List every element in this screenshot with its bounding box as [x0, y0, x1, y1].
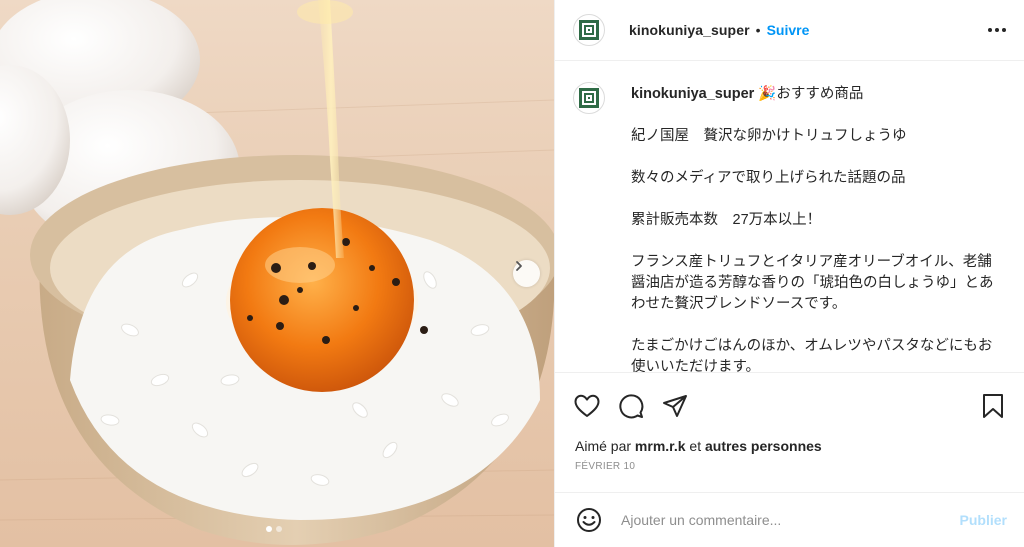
carousel-next-button[interactable] [513, 260, 540, 287]
caption-paragraph: 紀ノ国屋 贅沢な卵かけトリュフしょうゆ [631, 128, 907, 144]
post-image[interactable] [0, 0, 554, 547]
caption-username[interactable]: kinokuniya_super [631, 86, 754, 102]
comment-input[interactable] [621, 512, 960, 528]
action-bar [555, 372, 1024, 438]
comment-form: Publier [555, 492, 1024, 547]
more-dot [988, 28, 992, 32]
more-dot [995, 28, 999, 32]
header-username[interactable]: kinokuniya_super [629, 22, 750, 38]
caption-first-line: 🎉おすすめ商品 [758, 86, 864, 102]
likes-others-link[interactable]: autres personnes [705, 438, 822, 454]
paper-plane-icon [663, 394, 687, 417]
liked-by-user-link[interactable]: mrm.r.k [635, 438, 686, 454]
save-button[interactable] [979, 392, 1007, 420]
smiley-icon [577, 508, 601, 532]
bookmark-icon [983, 393, 1003, 418]
caption-paragraph: フランス産トリュフとイタリア産オリーブオイル、老舗醤油店が造る芳醇な香りの「琥珀… [631, 254, 994, 312]
post-comment-button[interactable]: Publier [960, 512, 1007, 528]
carousel-indicator [266, 526, 282, 532]
heart-icon [574, 394, 600, 417]
kinokuniya-logo-icon [579, 20, 599, 40]
post-header: kinokuniya_super • Suivre [555, 0, 1024, 61]
likes-prefix: Aimé par [575, 438, 635, 454]
more-dot [1002, 28, 1006, 32]
share-button[interactable] [661, 392, 689, 420]
carousel-dot-1 [266, 526, 272, 532]
more-options-button[interactable] [988, 22, 1006, 38]
follow-button[interactable]: Suivre [767, 22, 810, 38]
post-date[interactable]: FÉVRIER 10 [575, 461, 635, 472]
caption-paragraph: たまごかけごはんのほか、オムレツやパスタなどにもお使いいただけます。 [631, 338, 993, 372]
kinokuniya-logo-icon [579, 88, 599, 108]
rice-bowl-photo [0, 0, 554, 545]
emoji-button[interactable] [575, 506, 603, 534]
caption-text: kinokuniya_super 🎉おすすめ商品 紀ノ国屋 贅沢な卵かけトリュフ… [631, 84, 995, 372]
likes-middle: et [685, 438, 705, 454]
caption: kinokuniya_super 🎉おすすめ商品 紀ノ国屋 贅沢な卵かけトリュフ… [573, 82, 995, 372]
caption-paragraph: 数々のメディアで取り上げられた話題の品 [631, 170, 906, 186]
post-details-panel: kinokuniya_super • Suivre kinokuniya_sup… [554, 0, 1024, 547]
carousel-dot-2 [276, 526, 282, 532]
caption-paragraph: 累計販売本数 27万本以上！ [631, 212, 822, 228]
like-button[interactable] [573, 392, 601, 420]
likes-summary: Aimé par mrm.r.k et autres personnes [575, 438, 822, 454]
comment-icon [619, 393, 644, 418]
caption-scroll-area[interactable]: kinokuniya_super 🎉おすすめ商品 紀ノ国屋 贅沢な卵かけトリュフ… [555, 62, 1024, 372]
avatar[interactable] [573, 14, 605, 46]
caption-avatar[interactable] [573, 82, 605, 114]
chevron-right-icon [516, 261, 522, 271]
comment-button[interactable] [617, 392, 645, 420]
header-separator: • [755, 22, 761, 38]
